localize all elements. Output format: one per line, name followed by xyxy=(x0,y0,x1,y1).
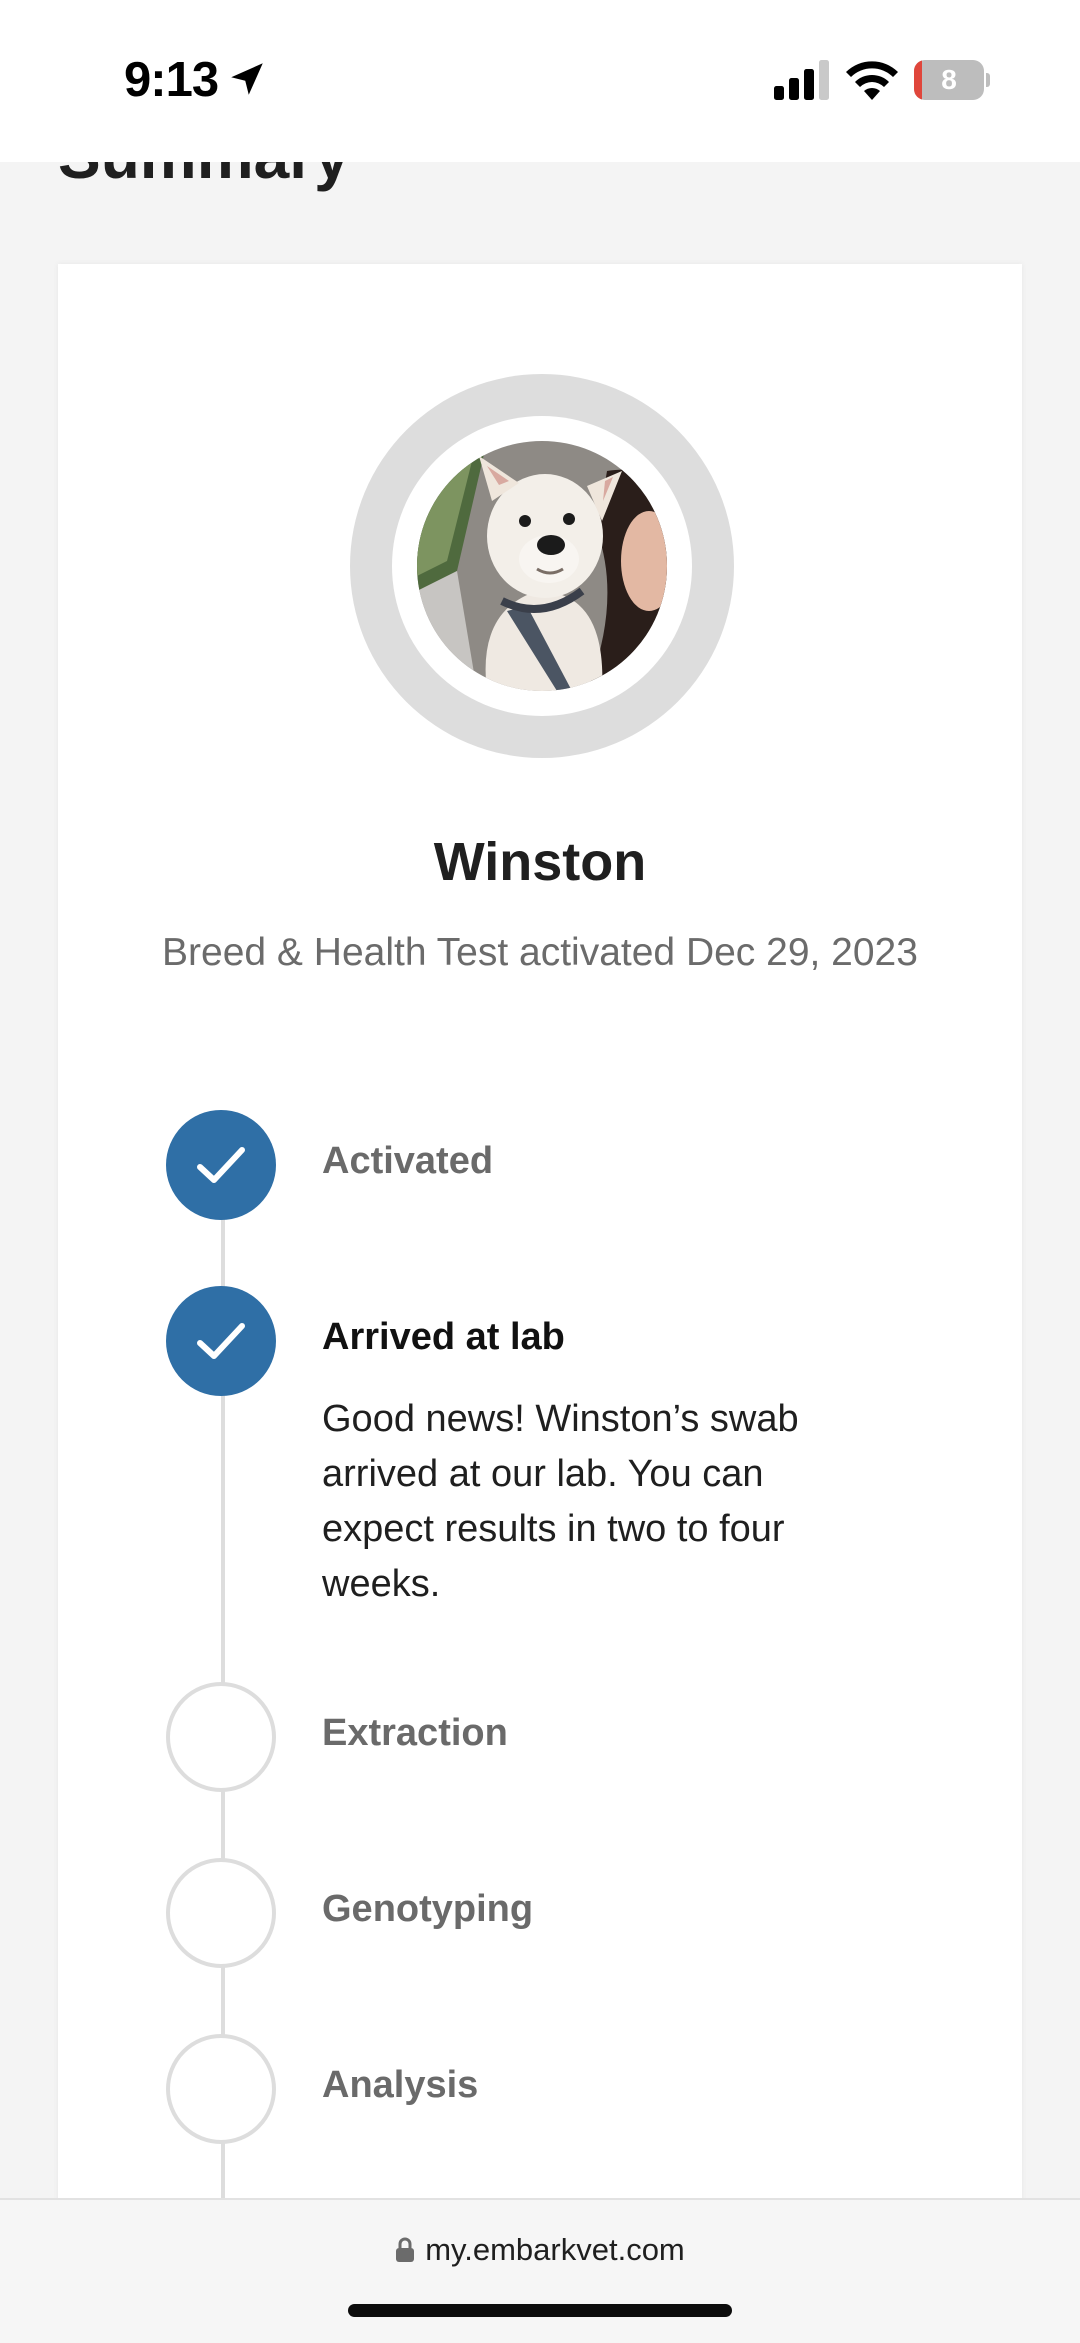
url-display[interactable]: my.embarkvet.com xyxy=(0,2232,1080,2268)
battery-body: 8 xyxy=(914,60,984,100)
wifi-icon xyxy=(846,61,898,100)
avatar-progress-ring xyxy=(350,374,734,758)
step-label: Extraction xyxy=(322,1712,508,1754)
location-arrow-icon xyxy=(231,63,263,95)
step-label: Genotyping xyxy=(322,1888,534,1930)
battery-icon: 8 xyxy=(914,60,990,100)
checkmark-icon xyxy=(197,1147,245,1183)
status-bar: 9:13 8 xyxy=(0,0,1080,162)
pet-avatar[interactable] xyxy=(417,441,667,691)
step-label: Analysis xyxy=(322,2064,479,2106)
dog-photo xyxy=(417,441,667,691)
step-pending-marker xyxy=(166,2034,276,2144)
cellular-signal-icon xyxy=(774,60,829,100)
home-indicator[interactable] xyxy=(348,2304,732,2317)
activation-date-text: Breed & Health Test activated Dec 29, 20… xyxy=(162,931,918,974)
step-complete-marker xyxy=(166,1286,276,1396)
battery-tip xyxy=(986,73,990,87)
step-label: Activated xyxy=(322,1140,494,1182)
step-description: Good news! Winston’s swab arrived at our… xyxy=(322,1398,799,1605)
summary-card: Winston Breed & Health Test activated De… xyxy=(58,264,1022,2264)
step-pending-marker xyxy=(166,1858,276,1968)
step-pending-marker xyxy=(166,1682,276,1792)
step-label: Arrived at lab xyxy=(322,1316,565,1358)
browser-address-bar[interactable]: my.embarkvet.com xyxy=(0,2198,1080,2343)
avatar-ring-inner xyxy=(392,416,692,716)
lock-icon xyxy=(396,2237,415,2262)
pet-name: Winston xyxy=(433,832,647,892)
url-text: my.embarkvet.com xyxy=(425,2232,685,2267)
status-time: 9:13 xyxy=(124,53,219,107)
battery-level: 8 xyxy=(941,64,957,95)
step-complete-marker xyxy=(166,1110,276,1220)
checkmark-icon xyxy=(197,1323,245,1359)
